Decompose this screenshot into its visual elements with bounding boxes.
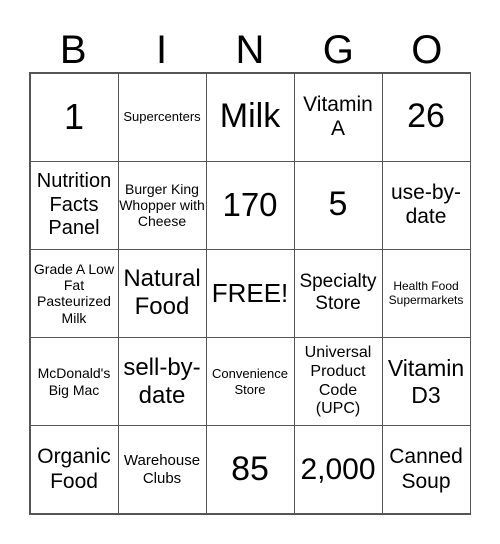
bingo-cell[interactable]: 26	[381, 72, 471, 162]
header-letter-b: B	[59, 28, 87, 72]
cell-text: 2,000	[300, 453, 376, 487]
cell-text: FREE!	[211, 278, 289, 309]
bingo-cell[interactable]: Warehouse Clubs	[117, 425, 207, 515]
header-letter-o: O	[411, 28, 443, 72]
bingo-header: B I N G O	[29, 28, 471, 72]
cell-text: sell-by-date	[123, 353, 201, 409]
cell-text: 5	[328, 185, 348, 224]
bingo-cell[interactable]: Vitamin A	[293, 72, 383, 162]
cell-text: McDonald's Big Mac	[37, 365, 111, 398]
bingo-cell[interactable]: McDonald's Big Mac	[29, 337, 119, 427]
cell-text: 85	[231, 450, 269, 488]
cell-text: Natural Food	[123, 265, 201, 321]
bingo-cell[interactable]: Specialty Store	[293, 248, 383, 339]
bingo-cell[interactable]: 5	[293, 160, 383, 250]
header-letter-g: G	[322, 28, 354, 72]
cell-text: Health Food Supermarkets	[388, 279, 464, 308]
cell-text: 170	[222, 185, 278, 223]
bingo-cell[interactable]: 170	[205, 160, 295, 250]
cell-text: Burger King Whopper with Cheese	[119, 180, 205, 230]
bingo-cell[interactable]: sell-by-date	[117, 337, 207, 427]
bingo-cell[interactable]: Organic Food	[29, 425, 119, 515]
bingo-cell[interactable]: Convenience Store	[205, 337, 295, 427]
bingo-cell[interactable]: use-by-date	[381, 160, 471, 250]
bingo-cell[interactable]: Canned Soup	[381, 425, 471, 515]
cell-text: Vitamin A	[303, 92, 373, 141]
cell-text: 26	[407, 97, 445, 136]
header-letter-n: N	[235, 28, 265, 72]
bingo-cell[interactable]: Grade A Low Fat Pasteurized Milk	[29, 248, 119, 339]
bingo-cell[interactable]: Health Food Supermarkets	[381, 248, 471, 339]
cell-text: Grade A Low Fat Pasteurized Milk	[33, 260, 115, 326]
cell-text: Warehouse Clubs	[123, 452, 201, 487]
bingo-cell[interactable]: Universal Product Code (UPC)	[293, 337, 383, 427]
cell-text: Nutrition Facts Panel	[36, 170, 112, 239]
free-space-cell[interactable]: FREE!	[205, 248, 295, 339]
cell-text: Specialty Store	[299, 271, 377, 315]
cell-text: use-by-date	[390, 180, 462, 229]
bingo-cell[interactable]: 85	[205, 425, 295, 515]
bingo-cell[interactable]: Supercenters	[117, 72, 207, 162]
cell-text: Convenience Store	[212, 366, 288, 397]
bingo-cell[interactable]: Burger King Whopper with Cheese	[117, 160, 207, 250]
bingo-grid: 1 Supercenters Milk Vitamin A 26 Nutrition Fa…	[29, 72, 471, 515]
cell-text: Supercenters	[123, 109, 201, 125]
cell-text: Milk	[219, 97, 281, 136]
cell-text: 1	[63, 96, 85, 138]
bingo-cell[interactable]: 1	[29, 72, 119, 162]
cell-text: Canned Soup	[389, 445, 463, 493]
cell-text: Organic Food	[37, 445, 111, 493]
bingo-cell[interactable]: Milk	[205, 72, 295, 162]
header-letter-i: I	[156, 28, 168, 72]
bingo-cell[interactable]: 2,000	[293, 425, 383, 515]
cell-text: Universal Product Code (UPC)	[304, 344, 372, 418]
cell-text: Vitamin D3	[387, 354, 465, 408]
bingo-cell[interactable]: Vitamin D3	[381, 337, 471, 427]
bingo-cell[interactable]: Nutrition Facts Panel	[29, 160, 119, 250]
bingo-cell[interactable]: Natural Food	[117, 248, 207, 339]
